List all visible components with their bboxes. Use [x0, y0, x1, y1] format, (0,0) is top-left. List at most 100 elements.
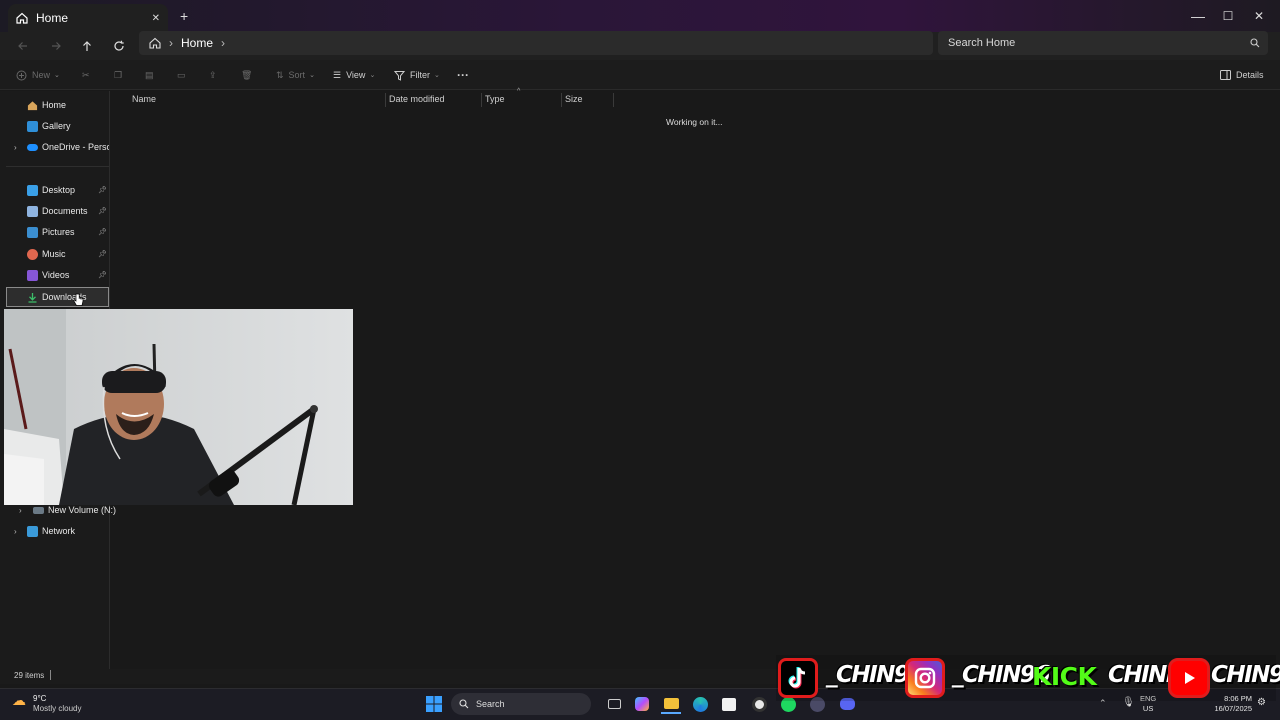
paste-icon[interactable]: ▤: [145, 66, 154, 84]
lang-secondary: US: [1142, 704, 1154, 713]
pin-icon: 📌︎: [98, 251, 107, 258]
task-view-icon[interactable]: [604, 694, 624, 714]
webcam-overlay: [4, 309, 353, 505]
system-clock[interactable]: 8:06 PM 16/07/2025: [1210, 694, 1252, 714]
sidebar-item-downloads[interactable]: Downloads: [6, 287, 109, 307]
notifications-icon[interactable]: ⚙: [1257, 697, 1266, 708]
column-header-type[interactable]: Type: [481, 93, 562, 107]
edge-icon[interactable]: [690, 694, 710, 714]
copilot-icon[interactable]: [632, 694, 652, 714]
back-button[interactable]: [11, 34, 35, 58]
divider: [6, 166, 109, 167]
delete-icon[interactable]: 🗑︎: [241, 66, 252, 84]
weather-desc: Mostly cloudy: [33, 704, 82, 713]
search-icon: [1250, 38, 1260, 48]
store-icon[interactable]: [719, 694, 739, 714]
sidebar-item-label: Home: [42, 100, 67, 110]
filter-button[interactable]: Filter ⌄: [394, 66, 440, 84]
pin-icon: 📌︎: [98, 208, 107, 215]
more-options-button[interactable]: ···: [457, 66, 469, 84]
home-icon: [149, 37, 161, 49]
network-icon: [27, 525, 38, 537]
gallery-icon: [27, 120, 38, 132]
search-icon: [459, 699, 469, 709]
column-header-date-modified[interactable]: Date modified: [385, 93, 482, 107]
sidebar-item-music[interactable]: Music 📌︎: [6, 244, 109, 264]
chevron-right-icon[interactable]: ›: [19, 506, 22, 515]
close-window-button[interactable]: ✕: [1236, 0, 1280, 32]
desktop-icon: [27, 184, 38, 196]
chevron-right-icon: ›: [169, 36, 173, 50]
home-icon: [27, 100, 38, 111]
title-bar: [0, 0, 1280, 32]
view-icon: ☰: [333, 69, 342, 80]
cloud-icon: [27, 143, 38, 151]
sidebar-item-label: Gallery: [42, 121, 71, 131]
forward-button[interactable]: [44, 34, 68, 58]
filter-label: Filter: [410, 70, 430, 80]
new-button[interactable]: New ⌄: [16, 66, 60, 84]
sidebar-item-videos[interactable]: Videos 📌︎: [6, 265, 109, 285]
pin-icon: 📌︎: [98, 272, 107, 279]
sidebar-item-label: OneDrive - Persona: [42, 142, 109, 152]
rename-icon[interactable]: ▭: [177, 66, 186, 84]
clock-date: 16/07/2025: [1214, 704, 1252, 713]
obs-icon[interactable]: [749, 694, 769, 714]
up-button[interactable]: [75, 34, 99, 58]
sort-caret-icon: ^: [517, 88, 521, 95]
pictures-icon: [27, 226, 38, 238]
hand-cursor-icon: [73, 293, 84, 307]
sort-label: Sort: [288, 70, 306, 80]
search-input[interactable]: Search Home: [938, 31, 1268, 55]
close-tab-icon[interactable]: ✕: [152, 13, 160, 24]
sidebar-item-home[interactable]: Home: [6, 95, 109, 115]
chevron-right-icon[interactable]: ›: [14, 527, 17, 536]
share-icon[interactable]: ⇪: [209, 66, 217, 84]
music-icon: [27, 248, 38, 260]
arrow-right-icon: [52, 42, 61, 50]
sort-button[interactable]: ⇅ Sort ⌄: [276, 66, 315, 84]
address-bar[interactable]: › Home ›: [139, 31, 933, 55]
sidebar-item-desktop[interactable]: Desktop 📌︎: [6, 180, 109, 200]
tab-home[interactable]: Home ✕: [8, 4, 168, 32]
view-button[interactable]: ☰ View ⌄: [333, 66, 375, 84]
sidebar-item-label: Pictures: [42, 227, 75, 237]
refresh-icon: [114, 40, 124, 51]
cut-icon[interactable]: ✂: [82, 66, 90, 84]
start-button[interactable]: [424, 694, 444, 714]
new-tab-button[interactable]: +: [180, 8, 188, 24]
sort-icon: ⇅: [276, 69, 284, 80]
taskbar-search-label: Search: [476, 699, 505, 709]
sidebar-item-pictures[interactable]: Pictures 📌︎: [6, 222, 109, 242]
plus-circle-icon: [16, 70, 27, 81]
chevron-right-icon[interactable]: ›: [14, 143, 17, 152]
column-header-size[interactable]: Size: [561, 93, 614, 107]
column-header-name[interactable]: Name: [128, 93, 386, 107]
taskbar-search[interactable]: Search: [451, 693, 591, 715]
sidebar-item-documents[interactable]: Documents 📌︎: [6, 201, 109, 221]
breadcrumb[interactable]: Home: [181, 36, 213, 50]
arrow-up-icon: [83, 41, 91, 51]
home-icon: [16, 12, 28, 24]
sidebar-item-network[interactable]: › Network: [6, 521, 109, 541]
loading-status: Working on it...: [666, 117, 723, 127]
youtube-icon: [1168, 658, 1210, 698]
chevron-right-icon[interactable]: ›: [221, 36, 225, 50]
sidebar-item-onedrive[interactable]: › OneDrive - Persona: [6, 137, 109, 157]
item-count: 29 items: [14, 671, 45, 680]
view-label: View: [346, 70, 366, 80]
copy-icon[interactable]: ❐: [114, 66, 122, 84]
details-label: Details: [1236, 70, 1264, 80]
weather-temp: 9°C: [33, 694, 47, 703]
sidebar-item-gallery[interactable]: Gallery: [6, 116, 109, 136]
refresh-button[interactable]: [107, 34, 131, 58]
documents-icon: [27, 205, 38, 217]
details-button[interactable]: Details: [1220, 66, 1264, 84]
new-label: New: [32, 70, 51, 80]
arrow-left-icon: [18, 42, 27, 50]
divider: [50, 670, 51, 680]
drive-icon: [33, 506, 44, 514]
file-explorer-icon[interactable]: [661, 694, 681, 714]
clock-time: 8:06 PM: [1224, 694, 1252, 703]
command-bar: [0, 60, 1280, 90]
